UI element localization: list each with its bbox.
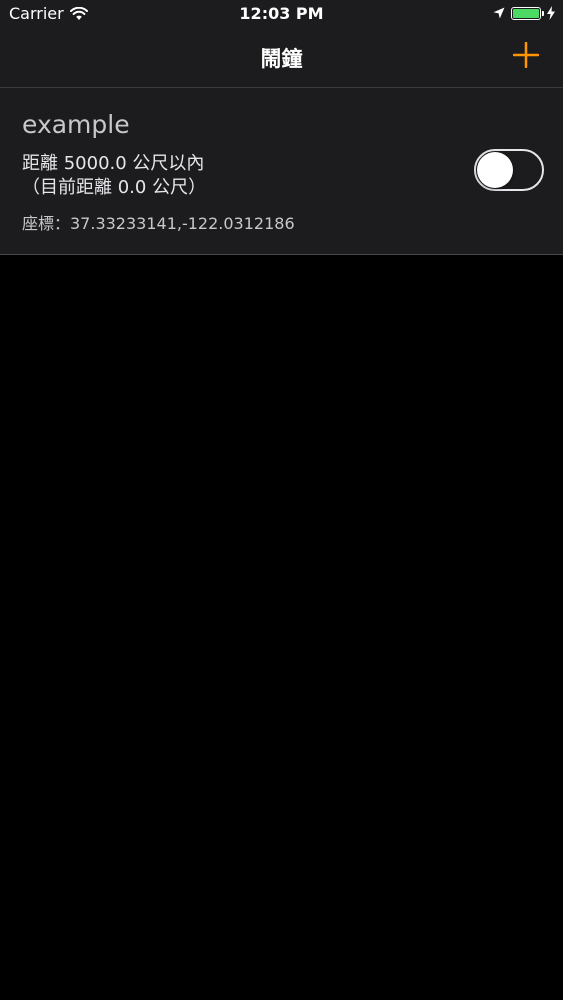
location-arrow-icon bbox=[493, 7, 505, 19]
alarm-list-item[interactable]: example 距離 5000.0 公尺以內 （目前距離 0.0 公尺） 座標：… bbox=[0, 88, 563, 255]
alarm-range: 距離 5000.0 公尺以內 （目前距離 0.0 公尺） bbox=[22, 152, 206, 200]
alarm-enable-toggle[interactable] bbox=[474, 149, 544, 191]
charging-bolt-icon bbox=[547, 6, 555, 20]
alarm-range-limit: 距離 5000.0 公尺以內 bbox=[22, 153, 205, 174]
status-time: 12:03 PM bbox=[239, 4, 324, 23]
add-alarm-button[interactable] bbox=[513, 42, 539, 68]
alarm-current-distance: （目前距離 0.0 公尺） bbox=[22, 177, 207, 198]
page-title: 鬧鐘 bbox=[260, 47, 303, 71]
battery-level bbox=[513, 8, 539, 18]
battery-icon bbox=[511, 6, 544, 20]
alarm-name: example bbox=[22, 110, 130, 139]
status-bar: Carrier 12:03 PM bbox=[0, 0, 563, 30]
battery-cap bbox=[542, 10, 544, 16]
status-indicators bbox=[493, 6, 555, 20]
toggle-knob bbox=[477, 152, 513, 188]
alarm-coordinates: 座標：37.33233141,-122.0312186 bbox=[22, 214, 295, 233]
plus-icon bbox=[513, 42, 539, 68]
top-bar: Carrier 12:03 PM 鬧鐘 bbox=[0, 0, 563, 88]
